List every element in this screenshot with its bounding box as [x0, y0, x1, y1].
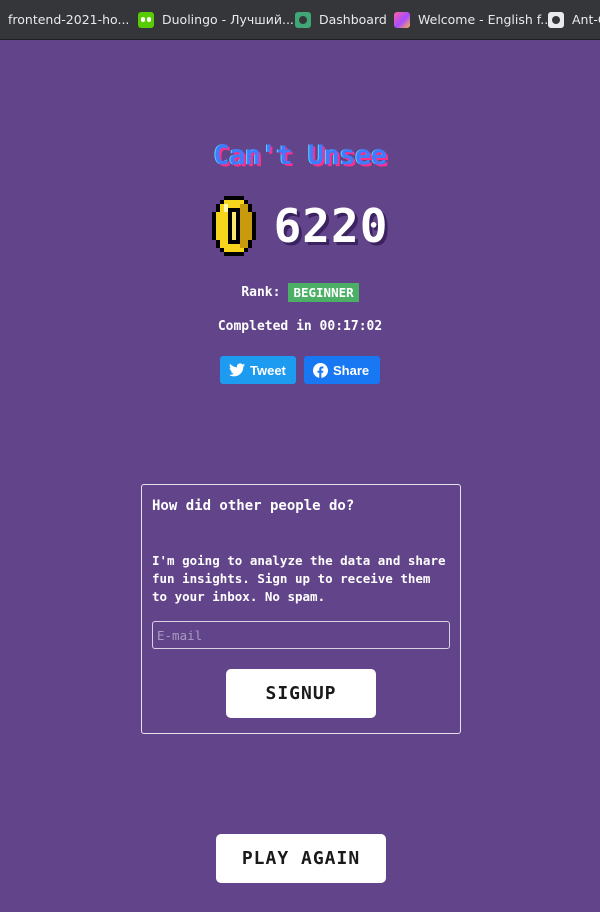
coin-icon [211, 196, 256, 256]
signup-button[interactable]: SIGNUP [226, 669, 376, 718]
rank-badge: BEGINNER [288, 283, 359, 302]
github-icon [548, 11, 564, 28]
rank-label: Rank: [241, 285, 281, 300]
tweet-button[interactable]: Tweet [220, 356, 296, 384]
bookmark-label: Welcome - English f... [418, 12, 553, 27]
bookmark-label: Dashboard [319, 12, 387, 27]
score-value: 6220 [273, 199, 389, 253]
facebook-icon [313, 362, 328, 378]
completed-time: Completed in 00:17:02 [217, 319, 383, 334]
signup-card: How did other people do? I'm going to an… [141, 484, 461, 734]
bookmark-dashboard[interactable]: Dashboard [287, 6, 387, 34]
signup-description: I'm going to analyze the data and share … [152, 553, 446, 604]
twitter-icon [229, 363, 245, 377]
bookmark-frontend[interactable]: frontend-2021-ho... [0, 6, 130, 34]
welcome-icon [394, 11, 410, 28]
play-again-button[interactable]: PLAY AGAIN [216, 834, 386, 883]
bookmark-label: frontend-2021-ho... [8, 12, 130, 27]
rank-row: Rank: BEGINNER [0, 283, 600, 302]
bookmarks-bar: frontend-2021-ho... Duolingo - Лучший...… [0, 0, 600, 40]
bookmark-label: Duolingo - Лучший... [162, 12, 294, 27]
score-row: 6220 [0, 196, 600, 256]
facebook-share-button[interactable]: Share [304, 356, 380, 384]
bookmark-ant[interactable]: Ant-C [540, 6, 600, 34]
email-input[interactable] [152, 621, 450, 649]
game-title: Can't Unsee [213, 140, 387, 171]
tweet-label: Tweet [250, 362, 286, 378]
dashboard-icon [295, 11, 311, 28]
bookmark-duolingo[interactable]: Duolingo - Лучший... [130, 6, 294, 34]
bookmark-welcome[interactable]: Welcome - English f... [386, 6, 552, 34]
duolingo-icon [138, 11, 154, 28]
bookmark-label: Ant-C [572, 12, 600, 27]
facebook-label: Share [333, 362, 370, 378]
share-buttons: Tweet Share [0, 356, 600, 384]
signup-heading: How did other people do? [152, 498, 355, 514]
